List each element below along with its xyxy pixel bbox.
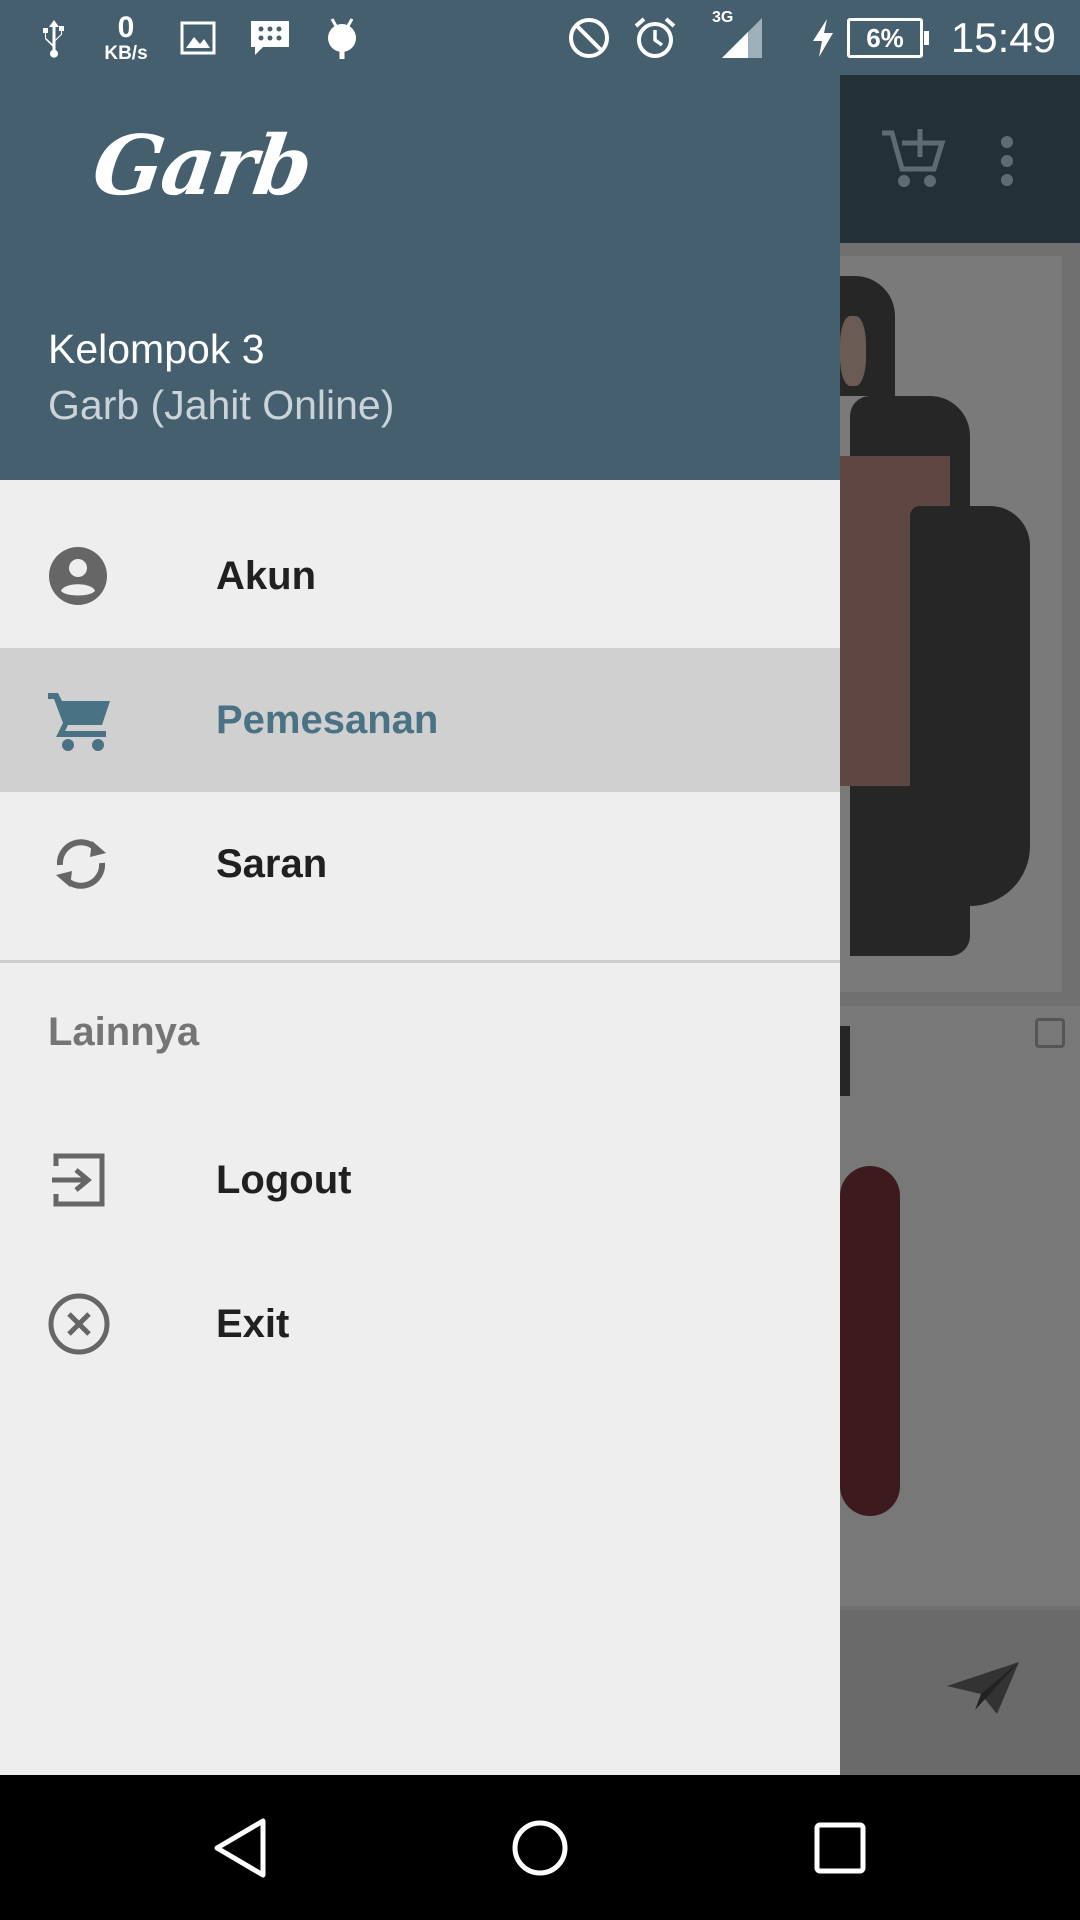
menu-item-label: Pemesanan (216, 697, 439, 742)
signal-icon (718, 0, 766, 75)
do-not-disturb-icon (566, 0, 612, 75)
charging-icon (808, 0, 838, 75)
account-circle-icon (48, 546, 120, 606)
menu-item-exit[interactable]: Exit (0, 1252, 840, 1396)
network-speed-unit: KB/s (104, 42, 148, 64)
menu-item-label: Exit (216, 1301, 290, 1346)
brand-logo: Garb (87, 118, 317, 214)
cart-icon (48, 690, 120, 751)
status-bar: 0 KB/s 3G 6% 15:49 (0, 0, 1080, 75)
back-icon[interactable] (200, 1775, 280, 1920)
drawer-header-subtitle: Garb (Jahit Online) (48, 382, 395, 428)
menu-item-pemesanan[interactable]: Pemesanan (0, 648, 840, 792)
product-image[interactable] (840, 1006, 1080, 1606)
menu-item-logout[interactable]: Logout (0, 1108, 840, 1252)
clock: 15:49 (950, 13, 1056, 61)
usb-icon (34, 0, 74, 75)
system-navigation-bar (0, 1775, 1080, 1920)
recents-icon[interactable] (800, 1775, 880, 1920)
battery-level: 6% (866, 22, 904, 53)
send-icon[interactable] (945, 1660, 1021, 1721)
drawer-header-title: Kelompok 3 (48, 326, 265, 372)
menu-item-label: Logout (216, 1157, 352, 1202)
android-icon (322, 0, 362, 75)
background-app-bottom-bar (840, 1610, 1080, 1775)
menu-item-label: Saran (216, 841, 328, 886)
image-icon (178, 0, 218, 75)
background-app-toolbar (840, 75, 1080, 243)
network-speed: 0 KB/s (98, 0, 154, 75)
battery-icon: 6% (847, 18, 929, 58)
navigation-drawer: Garb Kelompok 3 Garb (Jahit Online) Akun… (0, 0, 840, 1775)
product-image[interactable] (840, 256, 1062, 992)
close-circle-icon (48, 1293, 120, 1355)
menu-item-label: Akun (216, 553, 316, 598)
network-speed-value: 0 (117, 10, 135, 44)
logout-icon (48, 1150, 120, 1210)
sync-icon (48, 834, 120, 894)
expand-icon (1035, 1018, 1065, 1048)
add-to-cart-icon[interactable] (880, 125, 946, 196)
alarm-icon (632, 0, 678, 75)
section-label: Lainnya (48, 1010, 200, 1054)
home-icon[interactable] (500, 1775, 580, 1920)
menu-item-akun[interactable]: Akun (0, 504, 840, 648)
menu-item-saran[interactable]: Saran (0, 792, 840, 936)
bbm-icon (248, 0, 292, 75)
more-vert-icon[interactable] (1000, 135, 1014, 192)
drawer-divider (0, 960, 840, 963)
